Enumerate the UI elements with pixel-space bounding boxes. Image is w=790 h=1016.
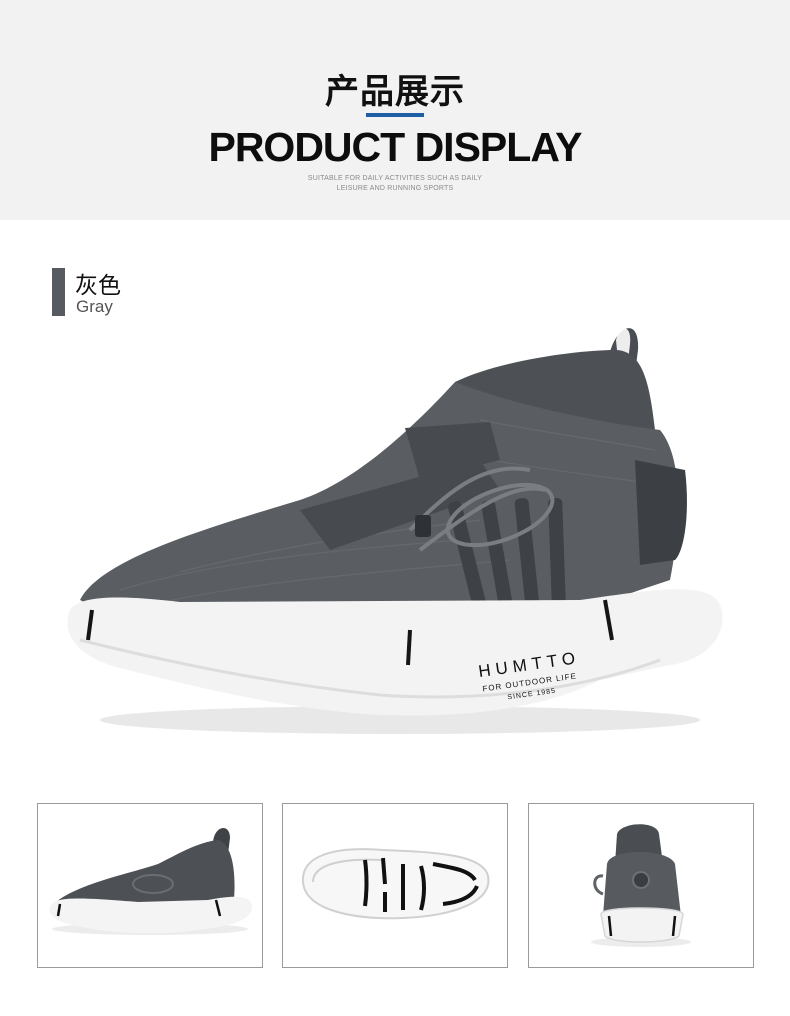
thumbnail-back-view[interactable] [528, 803, 754, 968]
title-accent-bar [366, 113, 424, 117]
thumbnail-side-view[interactable] [37, 803, 263, 968]
shoe-side-view-icon [49, 827, 253, 935]
shoe-sole-view-icon [301, 848, 490, 920]
section-subtitle-line1: SUITABLE FOR DAILY ACTIVITIES SUCH AS DA… [307, 175, 483, 182]
section-title-en: PRODUCT DISPLAY [208, 124, 582, 170]
main-product-image: HUMTTO FOR OUTDOOR LIFE SINCE 1985 [60, 310, 730, 750]
shoe-side-illustration: HUMTTO FOR OUTDOOR LIFE SINCE 1985 [67, 328, 723, 734]
thumbnail-sole-view[interactable] [282, 803, 508, 968]
section-title-cn: 产品展示 [325, 72, 465, 112]
section-subtitle-line2: LEISURE AND RUNNING SPORTS [336, 185, 454, 192]
product-display-header: 产品展示 PRODUCT DISPLAY SUITABLE FOR DAILY … [0, 0, 790, 220]
color-swatch-bar [52, 268, 65, 316]
color-name-cn: 灰色 [75, 273, 121, 299]
shoe-back-view-icon [591, 824, 691, 947]
